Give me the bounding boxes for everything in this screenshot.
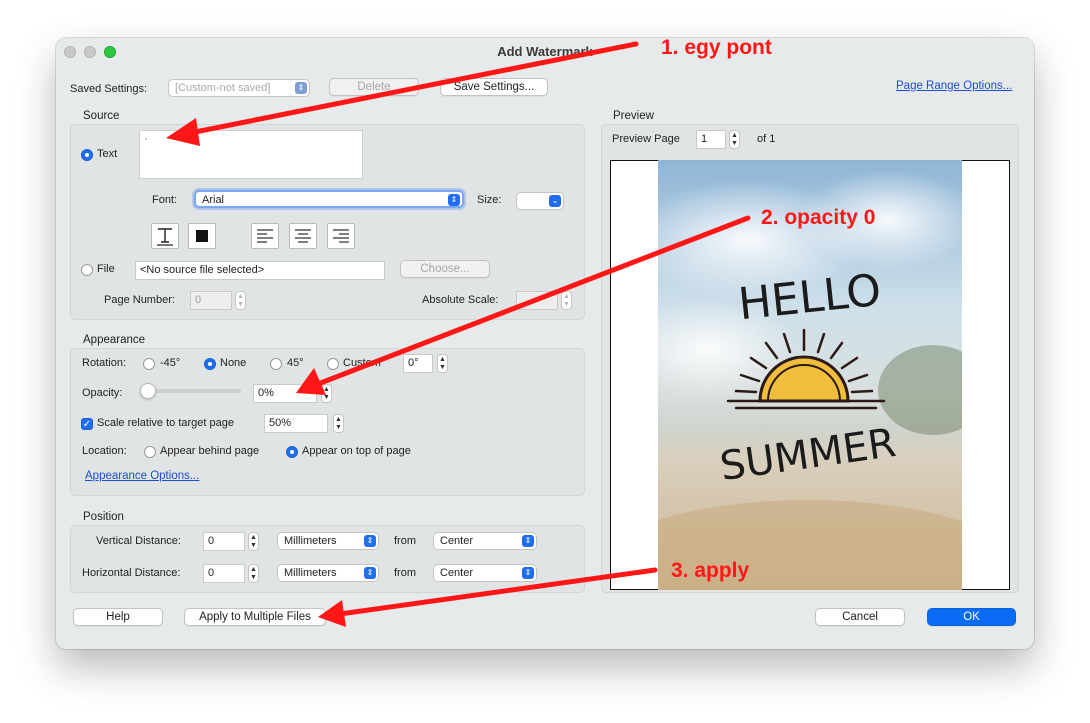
arrow-head-icon	[166, 118, 200, 146]
annotation-step-2: 2. opacity 0	[761, 206, 876, 229]
annotation-step-3: 3. apply	[671, 559, 750, 582]
annotation-step-1: 1. egy pont	[661, 36, 772, 59]
annotation-arrows	[166, 41, 751, 627]
arrow-head-icon	[318, 600, 346, 627]
